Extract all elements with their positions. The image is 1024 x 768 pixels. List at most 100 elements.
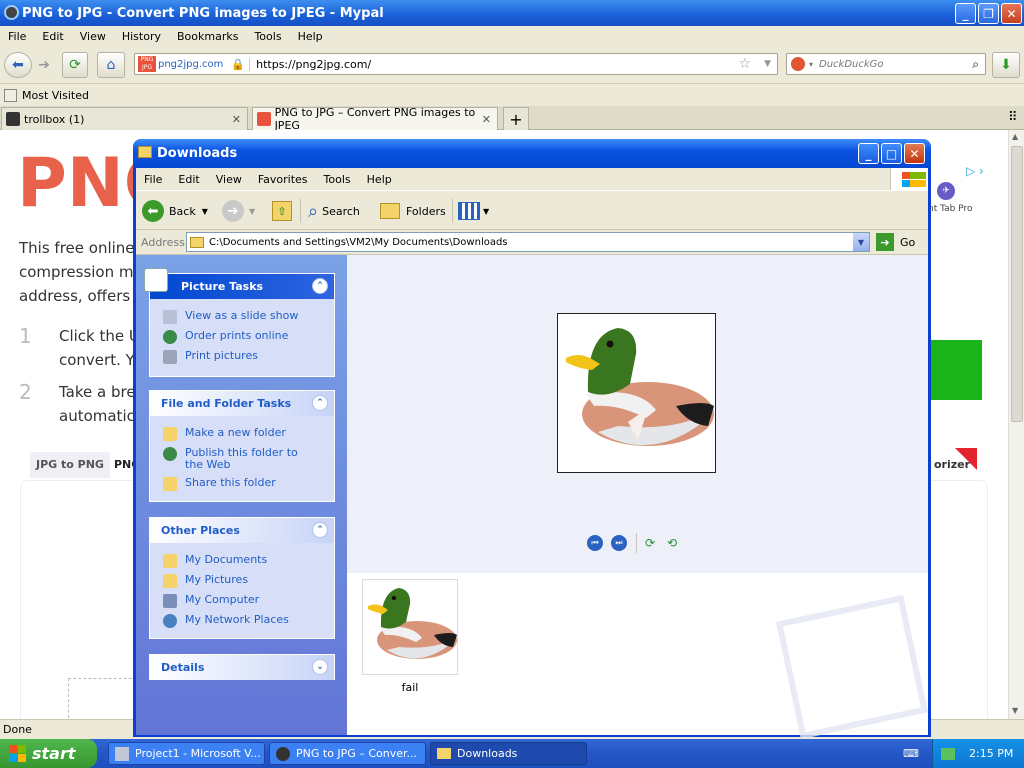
explorer-menu-view[interactable]: View — [208, 173, 250, 186]
expand-chevron-icon[interactable]: ⌄ — [312, 659, 328, 675]
scroll-thumb[interactable] — [1011, 146, 1023, 422]
ad-text[interactable]: nt Tab Pro — [928, 204, 972, 214]
menu-edit[interactable]: Edit — [34, 30, 71, 43]
address-field[interactable]: C:\Documents and Settings\VM2\My Documen… — [186, 232, 870, 252]
url-bar[interactable]: PNG JPG png2jpg.com 🔒 https://png2jpg.com… — [134, 53, 778, 75]
details-panel: Details ⌄ — [149, 654, 335, 680]
tab-trollbox[interactable]: trollbox (1) ✕ — [1, 107, 248, 130]
task-publish-web[interactable]: Publish this folder to the Web — [150, 444, 334, 474]
back-button[interactable]: ⬅ Back ▼ — [142, 197, 208, 225]
back-dropdown-icon[interactable]: ▼ — [202, 207, 208, 216]
restore-button[interactable]: ❐ — [978, 3, 999, 24]
place-my-computer[interactable]: My Computer — [150, 591, 334, 611]
most-visited-folder[interactable]: Most Visited — [22, 89, 89, 102]
keyboard-icon[interactable]: ⌨ — [903, 747, 919, 760]
rotate-counterclockwise-icon[interactable]: ⟲ — [667, 536, 677, 550]
network-tray-icon[interactable] — [941, 747, 955, 760]
address-path[interactable]: C:\Documents and Settings\VM2\My Documen… — [209, 237, 508, 248]
task-share-folder[interactable]: Share this folder — [150, 474, 334, 494]
taskbar-item-downloads[interactable]: Downloads — [430, 742, 587, 765]
task-view-slideshow[interactable]: View as a slide show — [150, 307, 334, 327]
menu-view[interactable]: View — [72, 30, 114, 43]
url-dropdown-icon[interactable]: ▼ — [764, 59, 771, 69]
collapse-chevron-icon[interactable]: ⌃ — [312, 278, 328, 294]
new-tab-button[interactable]: + — [503, 107, 529, 130]
other-places-header[interactable]: Other Places ⌃ — [150, 518, 334, 543]
explorer-maximize-button[interactable]: □ — [881, 143, 902, 164]
menu-history[interactable]: History — [114, 30, 169, 43]
back-arrow-icon[interactable]: ⬅ — [4, 52, 32, 78]
green-button[interactable] — [930, 340, 982, 400]
forward-arrow-icon[interactable]: ➔ — [33, 52, 55, 78]
place-my-pictures[interactable]: My Pictures — [150, 571, 334, 591]
close-tab-icon[interactable]: ✕ — [232, 113, 241, 126]
explorer-menu-favorites[interactable]: Favorites — [250, 173, 316, 186]
place-my-network[interactable]: My Network Places — [150, 611, 334, 631]
download-icon[interactable]: ⬇ — [992, 52, 1020, 78]
scroll-down-icon[interactable]: ▼ — [1012, 706, 1018, 715]
folders-button[interactable]: Folders — [380, 197, 446, 225]
explorer-menu-file[interactable]: File — [136, 173, 170, 186]
views-button[interactable]: ▼ — [458, 197, 489, 225]
go-button[interactable]: ➔ Go — [876, 233, 915, 251]
place-label: My Computer — [185, 593, 260, 606]
drop-zone[interactable] — [68, 678, 132, 718]
up-folder-button[interactable]: ⇧ — [272, 197, 292, 225]
file-name[interactable]: fail — [362, 681, 458, 694]
picture-tasks-header[interactable]: Picture Tasks ⌃ — [144, 268, 334, 299]
collapse-chevron-icon[interactable]: ⌃ — [312, 395, 328, 411]
page-scrollbar[interactable]: ▲ ▼ — [1008, 130, 1024, 720]
explorer-menu-edit[interactable]: Edit — [170, 173, 207, 186]
ad-choices-icon[interactable]: ▷ › — [966, 164, 984, 178]
bookmark-star-icon[interactable]: ☆ — [738, 56, 751, 72]
home-icon[interactable]: ⌂ — [97, 52, 125, 78]
task-order-prints[interactable]: Order prints online — [150, 327, 334, 347]
file-folder-tasks-header[interactable]: File and Folder Tasks ⌃ — [150, 391, 334, 416]
url-text[interactable]: https://png2jpg.com/ — [249, 57, 371, 71]
previous-image-icon[interactable]: ⏮ — [587, 535, 603, 551]
start-button[interactable]: start — [0, 739, 97, 768]
taskbar-item-browser[interactable]: PNG to JPG – Conver... — [269, 742, 426, 765]
search-engine-dropdown-icon[interactable]: ▾ — [809, 60, 813, 69]
place-my-documents[interactable]: My Documents — [150, 551, 334, 571]
close-button[interactable]: ✕ — [1001, 3, 1022, 24]
duckduckgo-icon — [791, 57, 805, 71]
task-make-folder[interactable]: Make a new folder — [150, 424, 334, 444]
explorer-minimize-button[interactable]: _ — [858, 143, 879, 164]
search-icon[interactable]: ⌕ — [972, 57, 979, 72]
tab-png2jpg[interactable]: PNG to JPG – Convert PNG images to JPEG … — [252, 106, 498, 132]
site-identity[interactable]: png2jpg.com — [158, 59, 223, 70]
search-button[interactable]: ⌕ Search — [308, 197, 360, 225]
explorer-menu-help[interactable]: Help — [359, 173, 400, 186]
explorer-menu-tools[interactable]: Tools — [316, 173, 359, 186]
intro-line: This free online — [19, 239, 135, 257]
file-thumbnail[interactable] — [362, 579, 458, 675]
search-input[interactable]: DuckDuckGo — [819, 59, 884, 70]
close-tab-icon[interactable]: ✕ — [482, 113, 491, 126]
reload-icon[interactable]: ⟳ — [62, 52, 88, 78]
scroll-up-icon[interactable]: ▲ — [1012, 132, 1018, 141]
forward-dropdown-icon[interactable]: ▼ — [249, 207, 255, 216]
details-header[interactable]: Details ⌄ — [150, 655, 334, 680]
menu-help[interactable]: Help — [290, 30, 331, 43]
views-dropdown-icon[interactable]: ▼ — [483, 207, 489, 216]
file-folder-tasks-panel: File and Folder Tasks ⌃ Make a new folde… — [149, 390, 335, 502]
address-dropdown-icon[interactable]: ▼ — [853, 233, 869, 251]
next-image-icon[interactable]: ⏭ — [611, 535, 627, 551]
search-bar[interactable]: ▾ DuckDuckGo ⌕ — [786, 53, 986, 75]
collapse-chevron-icon[interactable]: ⌃ — [312, 522, 328, 538]
clock[interactable]: 2:15 PM — [969, 747, 1013, 760]
minimize-button[interactable]: _ — [955, 3, 976, 24]
menu-bookmarks[interactable]: Bookmarks — [169, 30, 246, 43]
task-print-pictures[interactable]: Print pictures — [150, 347, 334, 367]
taskbar-item-project1[interactable]: Project1 - Microsoft V... — [108, 742, 265, 765]
explorer-close-button[interactable]: ✕ — [904, 143, 925, 164]
image-preview[interactable] — [557, 313, 716, 473]
tab-list-icon[interactable]: ⠿ — [1008, 110, 1018, 125]
rotate-clockwise-icon[interactable]: ⟳ — [645, 536, 655, 550]
forward-button[interactable]: ➔ ▼ — [222, 197, 255, 225]
menu-file[interactable]: File — [0, 30, 34, 43]
tab-jpg-to-png[interactable]: JPG to PNG — [30, 452, 110, 478]
menu-tools[interactable]: Tools — [246, 30, 289, 43]
folder-taskbar-icon — [437, 748, 451, 759]
